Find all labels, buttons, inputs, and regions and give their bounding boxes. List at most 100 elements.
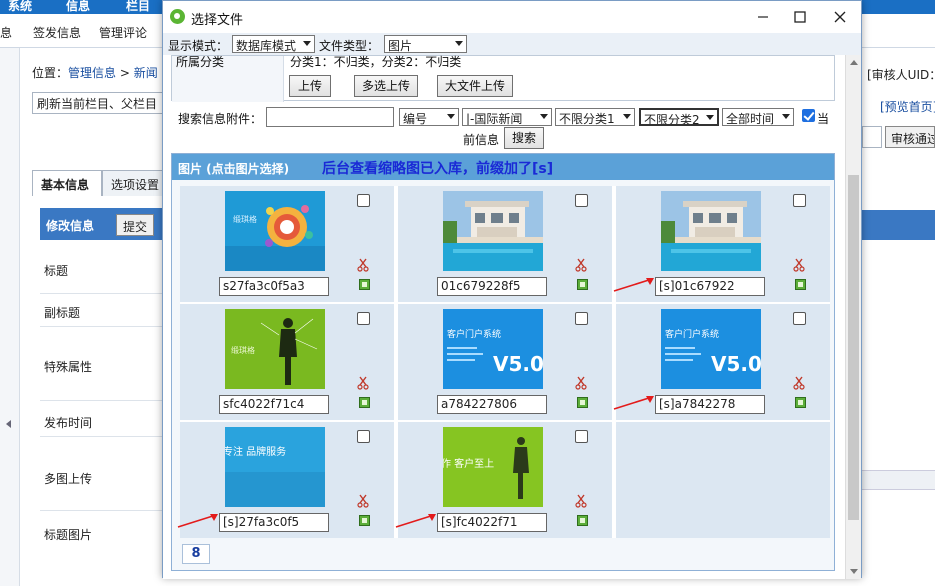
thumbnail-image[interactable]: 缎琪格 <box>225 191 325 271</box>
large-file-upload-button[interactable]: 大文件上传 <box>437 75 513 97</box>
delete-scissors-icon[interactable] <box>575 258 587 272</box>
thumbnail-blue-infographic[interactable]: 缎琪格 <box>225 191 325 271</box>
close-icon[interactable] <box>834 11 846 23</box>
insert-image-icon[interactable] <box>577 515 588 526</box>
thumbnail-image[interactable]: 缎琪格 <box>225 309 325 389</box>
thumbnail-image[interactable] <box>661 191 761 271</box>
select-checkbox[interactable] <box>575 312 588 325</box>
delete-scissors-icon[interactable] <box>357 258 369 272</box>
image-cell[interactable]: 专注 品牌服务 [s]27fa3c0f5 <box>177 422 394 538</box>
insert-image-icon[interactable] <box>577 397 588 408</box>
scroll-down-icon[interactable] <box>850 569 858 574</box>
file-name-field[interactable]: s27fa3c0f5a3 <box>219 277 329 296</box>
breadcrumb-manage-info[interactable]: 管理信息 <box>68 66 116 80</box>
delete-scissors-icon[interactable] <box>793 258 805 272</box>
nav-column[interactable]: 栏目 <box>126 0 150 14</box>
thumbnail-villa-pool[interactable] <box>443 191 543 271</box>
page-number[interactable]: 8 <box>182 544 210 564</box>
select-checkbox[interactable] <box>575 194 588 207</box>
select-checkbox[interactable] <box>575 430 588 443</box>
display-mode-select[interactable]: 数据库模式 <box>232 35 315 53</box>
minimize-icon[interactable] <box>757 11 769 23</box>
file-name-field[interactable]: [s]fc4022f71 <box>437 513 547 532</box>
file-type-select[interactable]: 图片 <box>384 35 467 53</box>
time-select[interactable]: 全部时间 <box>722 108 794 126</box>
scroll-up-icon[interactable] <box>850 60 858 65</box>
tab-basic-info[interactable]: 基本信息 <box>32 170 102 196</box>
file-name-field[interactable]: sfc4022f71c4 <box>219 395 329 414</box>
nav-info[interactable]: 信息 <box>66 0 90 14</box>
delete-scissors-icon[interactable] <box>793 376 805 390</box>
delete-scissors-icon[interactable] <box>575 494 587 508</box>
image-cell[interactable]: 缎琪格 sfc4022f71c4 <box>180 304 394 420</box>
delete-scissors-icon[interactable] <box>575 376 587 390</box>
file-name-field[interactable]: [s]01c67922 <box>655 277 765 296</box>
insert-image-icon[interactable] <box>359 397 370 408</box>
gallery-header: 图片 (点击图片选择) 后台查看缩略图已入库，前缀加了[s] <box>172 154 834 180</box>
thumbnail-blue-v5[interactable]: 客户门户系统 V5.0 <box>661 309 761 389</box>
image-cell[interactable]: [s]01c67922 <box>613 186 830 302</box>
image-cell[interactable]: 作 客户至上 [s]fc4022f71 <box>395 422 612 538</box>
insert-image-icon[interactable] <box>795 397 806 408</box>
nav-system[interactable]: 系统 <box>8 0 32 14</box>
select-checkbox[interactable] <box>357 194 370 207</box>
delete-scissors-icon[interactable] <box>357 376 369 390</box>
file-name-field[interactable]: [s]a7842278 <box>655 395 765 414</box>
column-select[interactable]: |-国际新闻 <box>462 108 552 126</box>
insert-image-icon[interactable] <box>795 279 806 290</box>
insert-image-icon[interactable] <box>359 515 370 526</box>
delete-scissors-icon[interactable] <box>357 494 369 508</box>
breadcrumb-news[interactable]: 新闻 <box>134 66 158 80</box>
chevron-down-icon <box>455 41 463 46</box>
subnav-info[interactable]: 信息 <box>0 24 12 41</box>
thumbnail-villa-pool[interactable] <box>661 191 761 271</box>
scrollbar-thumb[interactable] <box>848 175 859 520</box>
file-name-field[interactable]: a784227806 <box>437 395 547 414</box>
close-button[interactable] <box>825 5 855 29</box>
file-name-field[interactable]: [s]27fa3c0f5 <box>219 513 329 532</box>
insert-image-icon[interactable] <box>359 279 370 290</box>
thumbnail-image[interactable]: 作 客户至上 <box>443 427 543 507</box>
image-cell[interactable]: 客户门户系统 V5.0 [s]a7842278 <box>613 304 830 420</box>
refresh-select[interactable]: 刷新当前栏目、父栏目 <box>32 92 172 114</box>
search-button[interactable]: 搜索 <box>504 127 544 149</box>
thumbnail-green-customer[interactable]: 作 客户至上 <box>443 427 543 507</box>
upload-button[interactable]: 上传 <box>289 75 331 97</box>
file-name-field[interactable]: 01c679228f5 <box>437 277 547 296</box>
image-cell[interactable]: 缎琪格 s27fa3c0f5a3 <box>180 186 394 302</box>
multi-upload-button[interactable]: 多选上传 <box>354 75 418 97</box>
thumbnail-green-silhouette[interactable]: 缎琪格 <box>225 309 325 389</box>
insert-image-icon[interactable] <box>577 279 588 290</box>
subnav-sign[interactable]: 签发信息 <box>33 24 81 41</box>
search-keyword-input[interactable] <box>266 107 394 127</box>
category2-select[interactable]: 不限分类2 <box>639 108 719 126</box>
search-field-select[interactable]: 编号 <box>399 108 459 126</box>
maximize-button[interactable] <box>785 5 815 29</box>
current-info-checkbox[interactable] <box>802 109 815 122</box>
thumbnail-image[interactable]: 客户门户系统 V5.0 <box>443 309 543 389</box>
audit-button[interactable]: 审核通过 <box>885 126 935 148</box>
thumbnail-image[interactable]: 客户门户系统 V5.0 <box>661 309 761 389</box>
preview-home-link[interactable]: [预览首页] <box>880 98 935 115</box>
minimize-button[interactable] <box>748 5 778 29</box>
submit-button[interactable]: 提交 <box>116 214 155 236</box>
image-cell[interactable]: 客户门户系统 V5.0 a784227806 <box>398 304 612 420</box>
category1-select[interactable]: 不限分类1 <box>555 108 635 126</box>
side-input[interactable] <box>862 126 882 148</box>
thumbnail-image[interactable] <box>443 191 543 271</box>
maximize-icon[interactable] <box>794 11 806 23</box>
collapse-arrow-icon[interactable] <box>6 420 11 428</box>
select-checkbox[interactable] <box>357 430 370 443</box>
select-checkbox[interactable] <box>793 312 806 325</box>
select-checkbox[interactable] <box>793 194 806 207</box>
select-checkbox[interactable] <box>357 312 370 325</box>
thumbnail-image[interactable]: 专注 品牌服务 <box>225 427 325 507</box>
thumbnail-blue-brand[interactable]: 专注 品牌服务 <box>225 427 325 507</box>
image-cell[interactable]: 01c679228f5 <box>398 186 612 302</box>
divider <box>40 436 170 437</box>
vertical-scrollbar[interactable] <box>845 55 861 579</box>
subnav-comments[interactable]: 管理评论 <box>99 24 147 41</box>
thumbnail-blue-v5[interactable]: 客户门户系统 V5.0 <box>443 309 543 389</box>
tab-options[interactable]: 选项设置 <box>102 170 170 196</box>
collapse-sidebar-bar[interactable] <box>0 48 20 586</box>
